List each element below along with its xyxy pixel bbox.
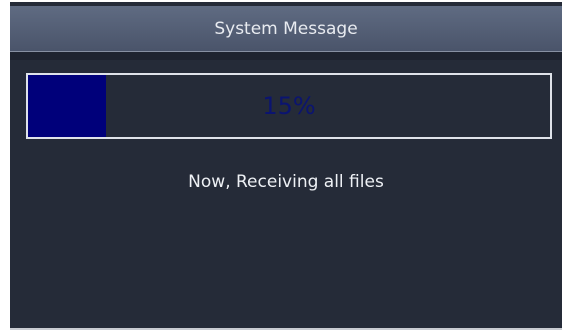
title-bar: System Message	[10, 6, 562, 52]
title-divider	[10, 52, 562, 60]
dialog-bottom-border	[10, 328, 562, 330]
status-message: Now, Receiving all files	[188, 172, 384, 192]
dialog-title: System Message	[214, 18, 358, 39]
system-message-dialog: System Message 15% Now, Receiving all fi…	[10, 2, 562, 328]
progress-percent-label: 15%	[262, 92, 316, 120]
progress-bar: 15%	[26, 73, 552, 139]
